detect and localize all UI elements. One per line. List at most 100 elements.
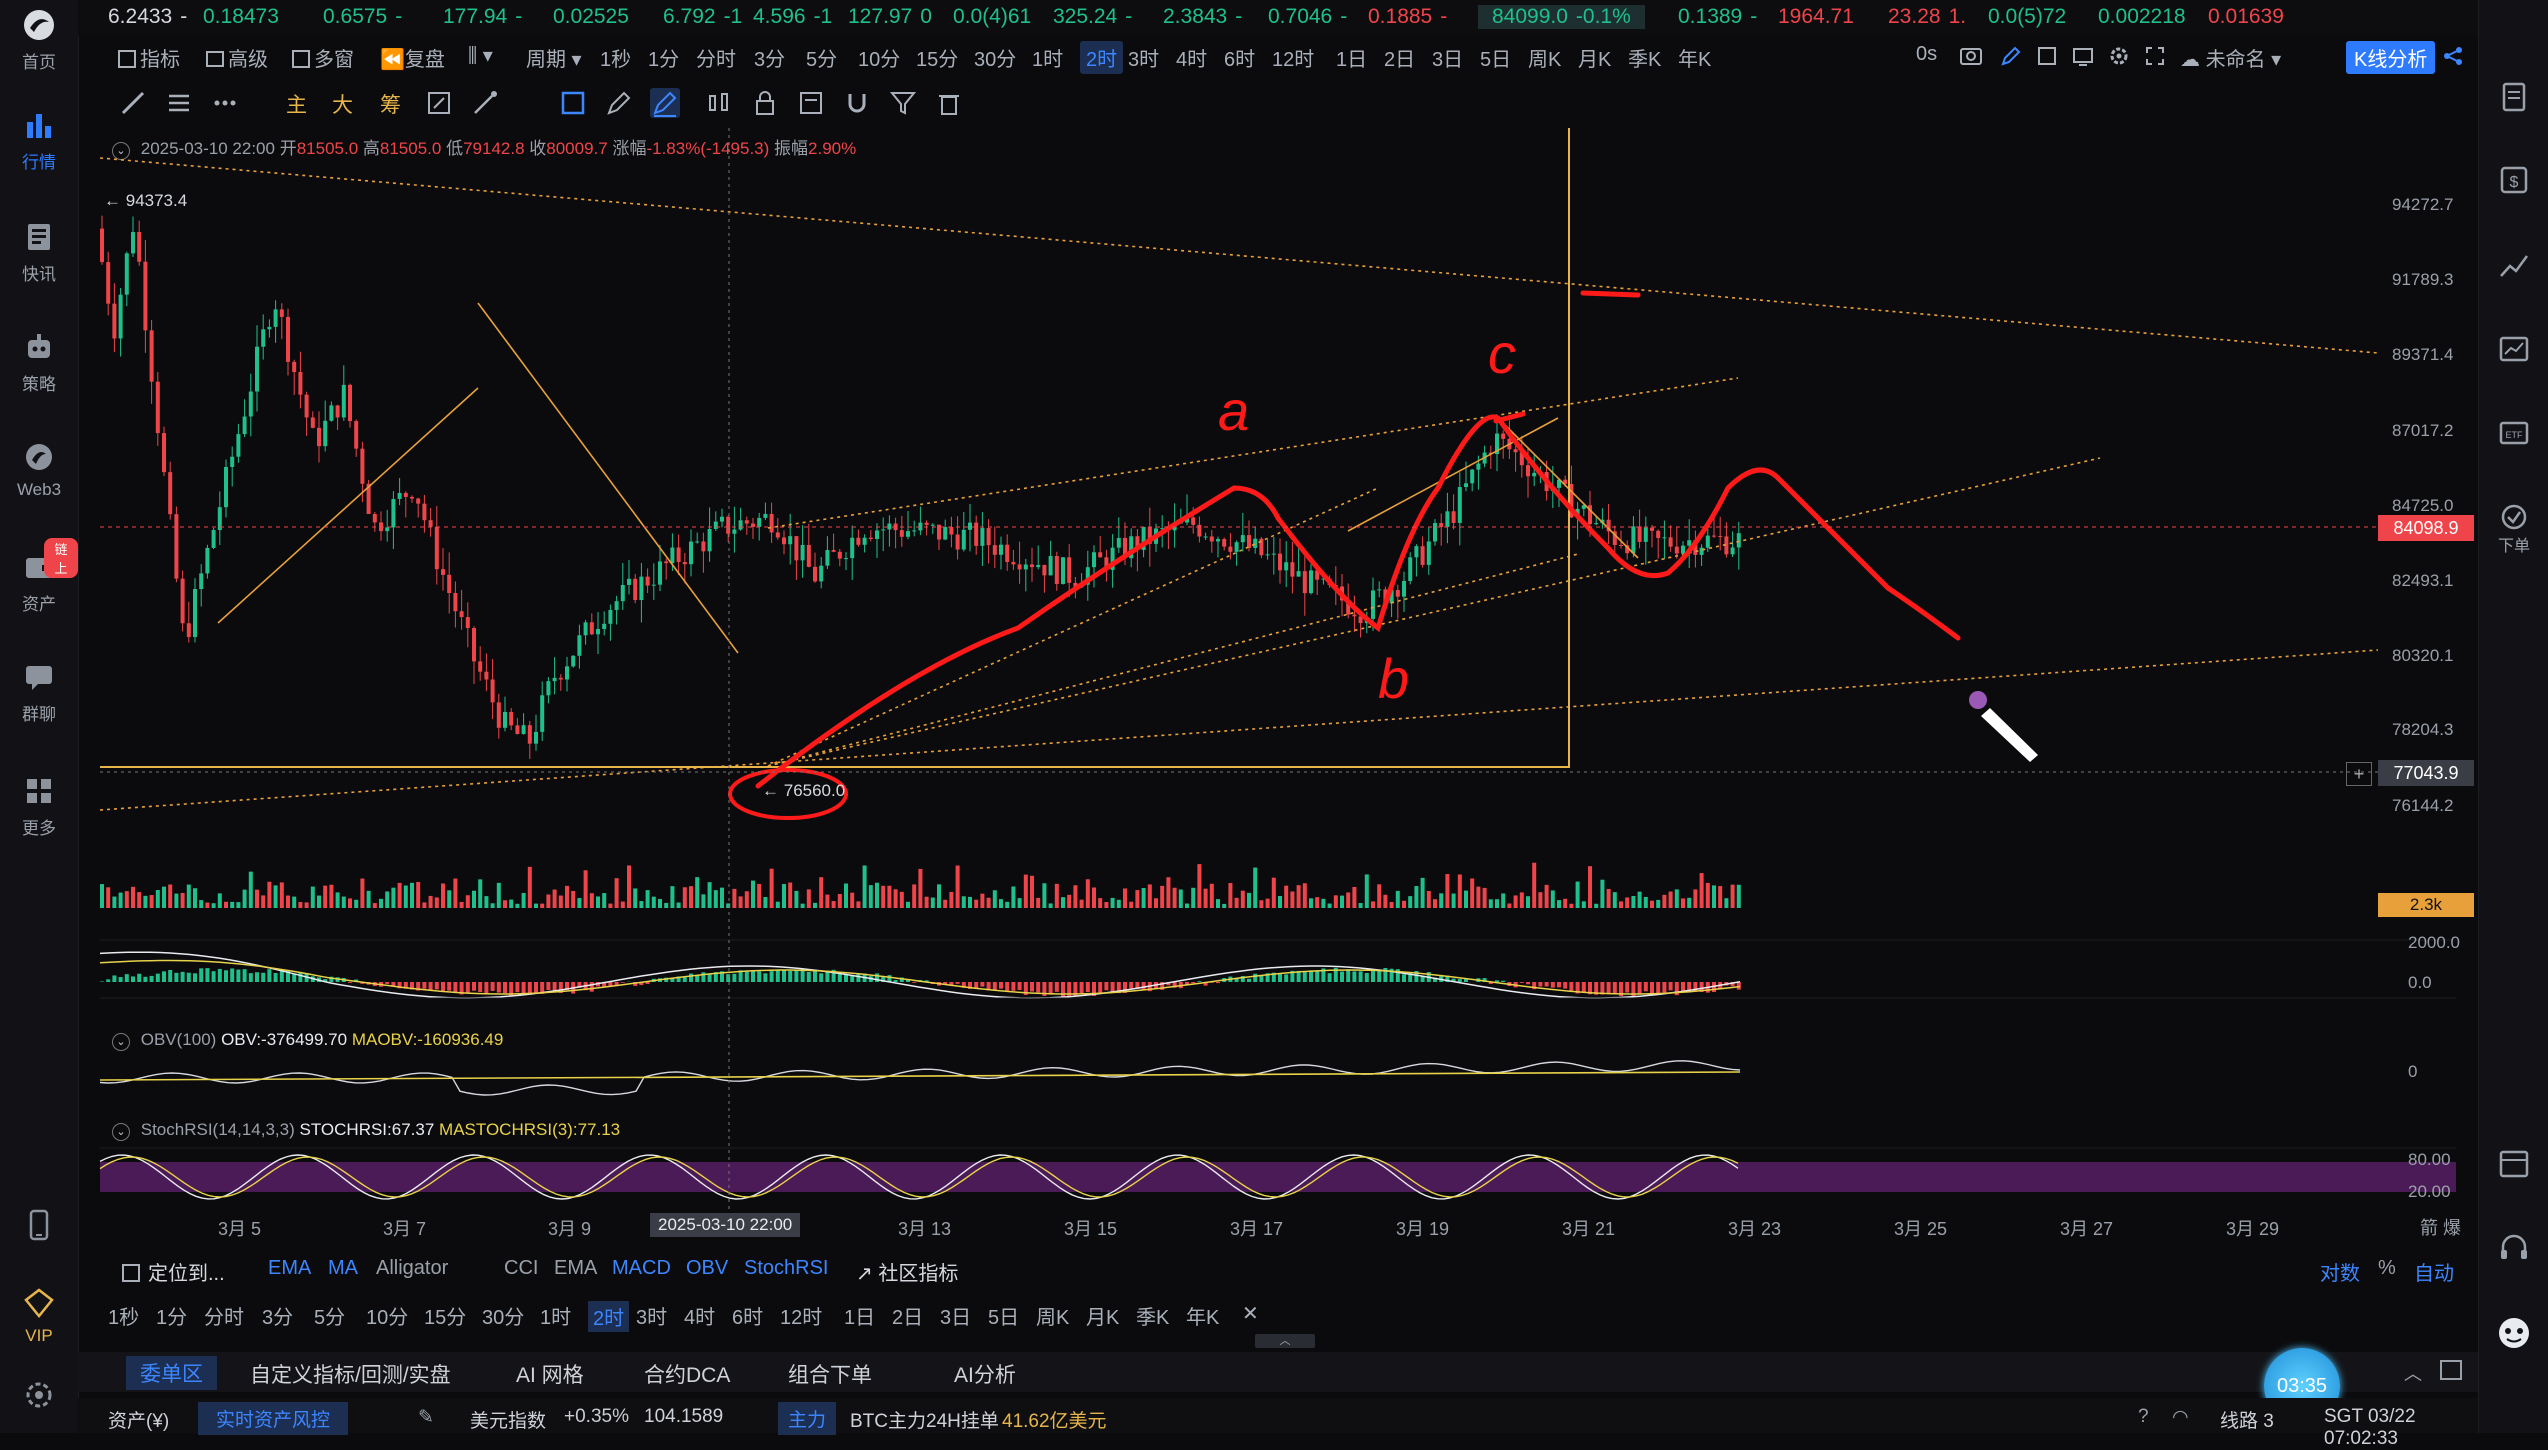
period-5日[interactable]: 5日 xyxy=(1480,43,1511,72)
ticker-item[interactable]: 0.0(4)61 xyxy=(953,5,1039,29)
price-chart[interactable]: abc xyxy=(78,128,2478,1238)
kline-analysis-button[interactable]: K线分析 xyxy=(2346,41,2435,74)
mascot-icon[interactable] xyxy=(2496,1315,2532,1351)
ticker-item[interactable]: 177.94- xyxy=(443,5,522,29)
document-icon[interactable] xyxy=(2496,80,2532,116)
period-季K[interactable]: 季K xyxy=(1628,43,1661,72)
headset-icon[interactable] xyxy=(2496,1230,2532,1266)
ticker-item[interactable]: 0.02525 xyxy=(553,5,637,29)
order-tab[interactable]: 委单区 xyxy=(126,1356,217,1390)
ticker-item[interactable]: 0.002218 xyxy=(2098,5,2194,29)
note-icon[interactable] xyxy=(796,88,826,118)
etf-icon[interactable]: ETF xyxy=(2496,415,2532,451)
bottom-period-周K[interactable]: 周K xyxy=(1036,1301,1069,1330)
bottom-period-30分[interactable]: 30分 xyxy=(482,1301,524,1330)
nav-more[interactable]: 更多 xyxy=(0,774,78,839)
ticker-item[interactable]: 0.01639 xyxy=(2208,5,2292,29)
trend-line[interactable] xyxy=(768,554,1578,766)
bottom-period-3分[interactable]: 3分 xyxy=(262,1301,293,1330)
add-alert-icon[interactable]: + xyxy=(2346,762,2372,786)
bottom-period-1分[interactable]: 1分 xyxy=(156,1301,187,1330)
ticker-item[interactable]: 84099.0-0.1% xyxy=(1478,5,1645,29)
panel-collapse-handle[interactable]: ︿ xyxy=(1255,1334,1315,1348)
period-1日[interactable]: 1日 xyxy=(1336,43,1367,72)
period-6时[interactable]: 6时 xyxy=(1224,43,1255,72)
period-3日[interactable]: 3日 xyxy=(1432,43,1463,72)
bottom-period-1日[interactable]: 1日 xyxy=(844,1301,875,1330)
ticker-item[interactable]: 1964.71 xyxy=(1778,5,1862,29)
period-1时[interactable]: 1时 xyxy=(1032,43,1063,72)
line-label[interactable]: 线路 3 xyxy=(2220,1406,2274,1433)
bottom-period-2时[interactable]: 2时 xyxy=(588,1301,629,1332)
magic-line-icon[interactable] xyxy=(470,88,500,118)
more-dots-icon[interactable] xyxy=(210,88,240,118)
help-icon[interactable]: ? xyxy=(2138,1406,2149,1428)
period-12时[interactable]: 12时 xyxy=(1272,43,1314,72)
nav-assets[interactable]: 资产 链上 xyxy=(0,550,78,615)
order-tab[interactable]: 自定义指标/回测/实盘 xyxy=(250,1359,451,1389)
bottom-period-1时[interactable]: 1时 xyxy=(540,1301,571,1330)
ind-macd[interactable]: MACD xyxy=(612,1257,671,1280)
candles-icon[interactable] xyxy=(704,88,734,118)
nav-vip[interactable]: VIP xyxy=(0,1286,78,1346)
edit-box-icon[interactable] xyxy=(424,88,454,118)
bottom-period-2日[interactable]: 2日 xyxy=(892,1301,923,1330)
period-2时[interactable]: 2时 xyxy=(1080,41,1123,74)
nav-news[interactable]: 快讯 xyxy=(0,220,78,285)
camera-icon[interactable] xyxy=(1960,45,1982,65)
ticker-item[interactable]: 325.24- xyxy=(1053,5,1132,29)
ticker-item[interactable]: 4.596-1 xyxy=(753,5,832,29)
period-3分[interactable]: 3分 xyxy=(754,43,785,72)
bottom-period-季K[interactable]: 季K xyxy=(1136,1301,1169,1330)
period-dropdown[interactable]: 周期 ▾ xyxy=(526,43,582,72)
auto-scale-toggle[interactable]: 自动 xyxy=(2414,1257,2454,1286)
dollar-icon[interactable]: $ xyxy=(2496,162,2532,198)
replay-button[interactable]: ⏪复盘 xyxy=(380,43,445,72)
period-30分[interactable]: 30分 xyxy=(974,43,1016,72)
share-icon[interactable] xyxy=(2442,45,2464,67)
layout-name-dropdown[interactable]: ☁ 未命名 ▾ xyxy=(2180,43,2281,72)
nav-market[interactable]: 行情 xyxy=(0,108,78,173)
close-periods-icon[interactable]: ✕ xyxy=(1242,1301,1259,1326)
lock-icon[interactable] xyxy=(750,88,780,118)
place-order-button[interactable]: 下单 xyxy=(2479,502,2548,556)
menu-lines-icon[interactable] xyxy=(164,88,194,118)
locate-button[interactable]: 定位到... xyxy=(122,1257,225,1286)
percent-toggle[interactable]: % xyxy=(2378,1257,2396,1280)
fullscreen-icon[interactable] xyxy=(2144,45,2166,67)
nav-strategy[interactable]: 策略 xyxy=(0,330,78,395)
ticker-item[interactable]: 0.1885- xyxy=(1368,5,1447,29)
risk-control-button[interactable]: 实时资产风控 xyxy=(198,1402,348,1435)
select-icon[interactable] xyxy=(558,88,588,118)
bottom-period-5日[interactable]: 5日 xyxy=(988,1301,1019,1330)
nav-web3[interactable]: Web3 xyxy=(0,440,78,500)
gear-icon[interactable] xyxy=(2108,45,2130,67)
bottom-period-15分[interactable]: 15分 xyxy=(424,1301,466,1330)
layout-icon[interactable] xyxy=(2496,1146,2532,1182)
period-4时[interactable]: 4时 xyxy=(1176,43,1207,72)
expand-icon[interactable] xyxy=(2036,45,2058,67)
bottom-period-1秒[interactable]: 1秒 xyxy=(108,1301,139,1330)
advanced-button[interactable]: 高级 xyxy=(206,43,268,72)
ind-ema[interactable]: EMA xyxy=(268,1257,311,1280)
maximize-panel-icon[interactable] xyxy=(2440,1360,2462,1380)
chart-panel-icon[interactable] xyxy=(2496,332,2532,368)
main-force-tool[interactable]: 主 xyxy=(286,89,307,119)
trend-line[interactable] xyxy=(218,388,478,623)
multiwindow-button[interactable]: 多窗 xyxy=(292,43,354,72)
bottom-period-3日[interactable]: 3日 xyxy=(940,1301,971,1330)
period-周K[interactable]: 周K xyxy=(1528,43,1561,72)
bottom-period-年K[interactable]: 年K xyxy=(1186,1301,1219,1330)
ind-ema-sub[interactable]: EMA xyxy=(554,1257,597,1280)
trash-icon[interactable] xyxy=(934,88,964,118)
period-2日[interactable]: 2日 xyxy=(1384,43,1415,72)
ticker-item[interactable]: 0.6575- xyxy=(323,5,402,29)
assets-label[interactable]: 资产(¥) xyxy=(108,1406,169,1433)
ticker-item[interactable]: 23.281. xyxy=(1888,5,1966,29)
order-tab[interactable]: AI 网格 xyxy=(516,1359,584,1389)
ticker-item[interactable]: 6.792-1 xyxy=(663,5,742,29)
chart-type-button[interactable]: ⫼ ▾ xyxy=(468,43,493,68)
bottom-period-分时[interactable]: 分时 xyxy=(204,1301,244,1330)
nav-chat[interactable]: 群聊 xyxy=(0,660,78,725)
range-box[interactable] xyxy=(100,128,1569,767)
